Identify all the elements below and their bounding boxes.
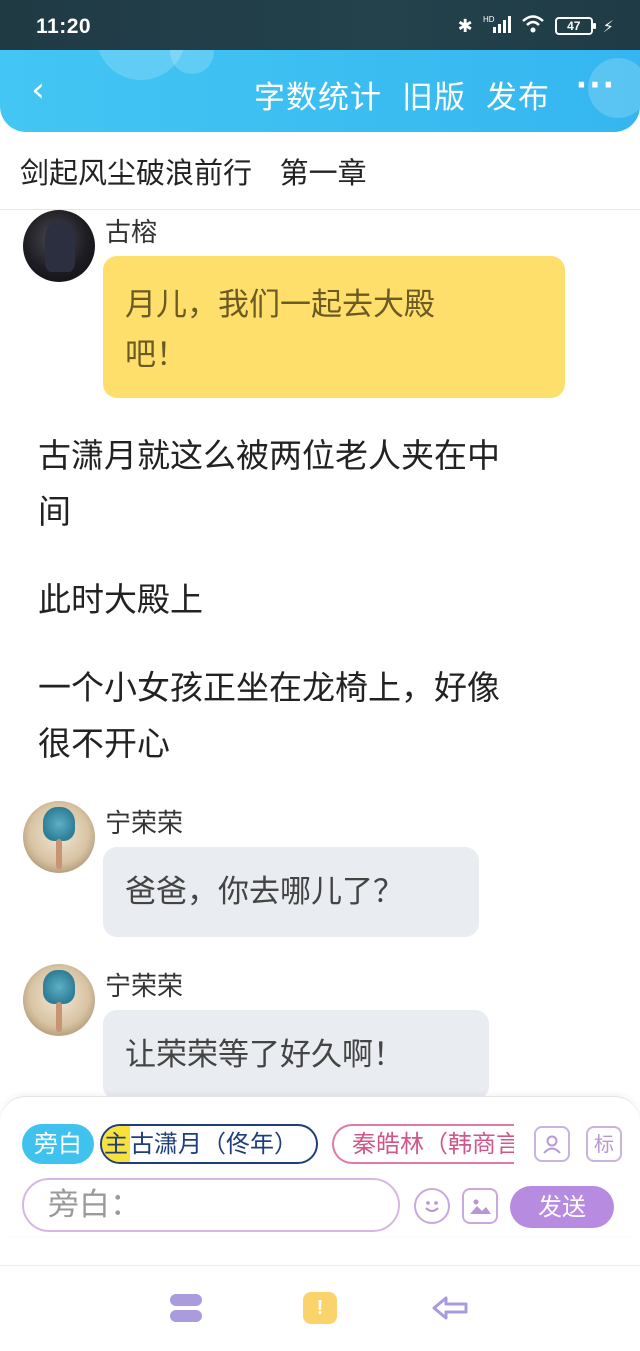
wifi-icon [521, 14, 545, 38]
main-tag: 主 [102, 1126, 130, 1162]
speaker-name: 宁荣荣 [105, 809, 184, 839]
message-line: 爸爸，你去哪儿了？ [125, 874, 404, 910]
header-actions: 字数统计 旧版 发布 [254, 72, 550, 117]
message-input[interactable]: 旁白： [22, 1178, 400, 1232]
message-bubble[interactable]: 让荣荣等了好久啊！ [103, 1010, 489, 1100]
battery-icon: 47 [554, 17, 596, 35]
message-bubble[interactable]: 月儿，我们一起去大殿 吧！ [103, 256, 565, 398]
status-time: 11:20 [36, 15, 92, 38]
divider [0, 209, 640, 210]
back-arrow-icon[interactable] [430, 1292, 468, 1324]
narration-line: 古潇月就这么被两位老人夹在中 [38, 436, 500, 475]
narration-text[interactable]: 此时大殿上 [38, 572, 608, 628]
emoji-icon[interactable] [414, 1188, 450, 1224]
publish-button[interactable]: 发布 [486, 72, 550, 117]
avatar[interactable] [23, 964, 95, 1036]
hd-signal-icon: HD [483, 14, 511, 38]
message-line: 让荣荣等了好久啊！ [125, 1037, 404, 1073]
status-bar: 11:20 ✱ HD 47 ⚡ [0, 0, 640, 50]
avatar[interactable] [23, 210, 95, 282]
chapter-title[interactable]: 剑起风尘破浪前行 第一章 [20, 150, 367, 192]
narration-line: 很不开心 [38, 724, 170, 763]
main-role-name: 古潇月（佟年） [130, 1130, 298, 1158]
narration-line: 此时大殿上 [38, 580, 203, 619]
narration-text[interactable]: 古潇月就这么被两位老人夹在中 间 [38, 428, 608, 540]
back-button[interactable]: ‹ [18, 70, 58, 110]
speaker-name: 古榕 [105, 218, 158, 248]
old-version-button[interactable]: 旧版 [402, 72, 466, 117]
alert-icon[interactable]: ! [303, 1292, 337, 1324]
decor-bubble [170, 50, 214, 74]
charging-icon: ⚡ [602, 16, 614, 36]
status-icons: ✱ HD 47 ⚡ [458, 14, 614, 38]
speaker-name: 宁荣荣 [105, 972, 184, 1002]
chevron-left-icon: ‹ [31, 70, 45, 110]
more-button[interactable]: ··· [576, 68, 616, 103]
app-header: ‹ 字数统计 旧版 发布 ··· [0, 50, 640, 132]
svg-text:HD: HD [483, 15, 495, 24]
mark-button[interactable]: 标 [586, 1126, 622, 1162]
role-chip-narrator[interactable]: 旁白 [22, 1124, 94, 1164]
send-button[interactable]: 发送 [510, 1186, 614, 1228]
narration-line: 一个小女孩正坐在龙椅上，好像 [38, 668, 500, 707]
word-count-button[interactable]: 字数统计 [254, 72, 382, 117]
message-line: 吧！ [125, 337, 187, 373]
message-bubble[interactable]: 爸爸，你去哪儿了？ [103, 847, 479, 937]
narration-text[interactable]: 一个小女孩正坐在龙椅上，好像 很不开心 [38, 660, 608, 772]
menu-icon[interactable] [170, 1292, 204, 1324]
contact-icon[interactable] [534, 1126, 570, 1162]
image-icon[interactable] [462, 1188, 498, 1224]
role-chip-other[interactable]: 秦皓林（韩商言 [332, 1124, 514, 1164]
avatar[interactable] [23, 801, 95, 873]
bluetooth-icon: ✱ [457, 15, 473, 37]
role-chip-main[interactable]: 主古潇月（佟年） [100, 1124, 318, 1164]
message-line: 月儿，我们一起去大殿 [125, 287, 435, 323]
narration-line: 间 [38, 492, 71, 531]
more-dots-icon: ··· [575, 68, 616, 103]
divider [0, 1265, 640, 1266]
